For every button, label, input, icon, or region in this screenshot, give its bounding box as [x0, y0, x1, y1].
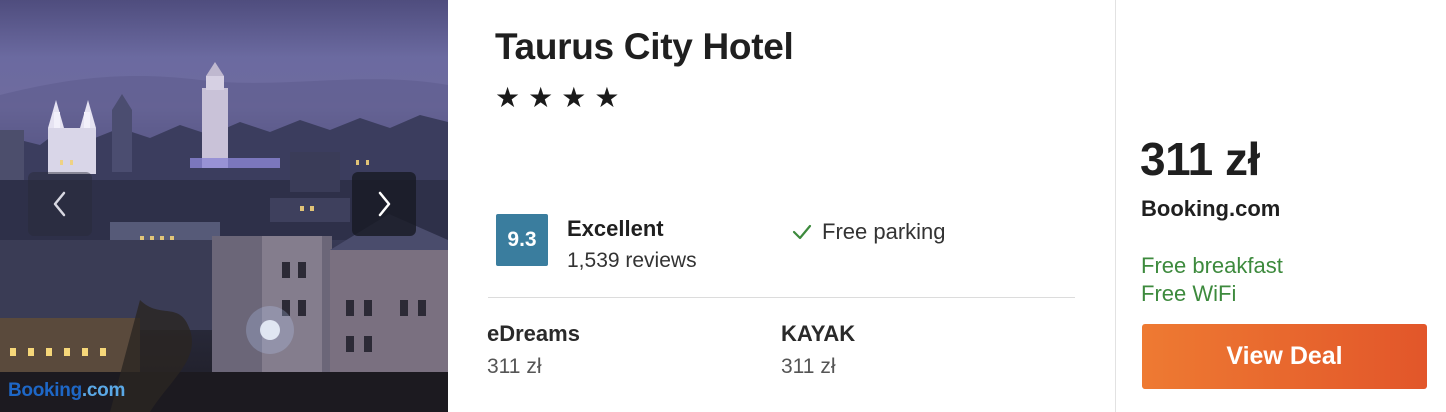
- rating-label[interactable]: Excellent: [567, 216, 664, 242]
- star-icon: ★: [594, 82, 620, 113]
- photo-prev-button[interactable]: [28, 172, 92, 236]
- star-icon: ★: [561, 82, 587, 113]
- chevron-right-icon: [378, 191, 391, 217]
- amenity-item: Free parking: [792, 219, 946, 245]
- star-rating: ★ ★ ★ ★: [495, 82, 619, 114]
- deal-price: 311 zł: [1140, 133, 1260, 185]
- provider-price: 311 zł: [781, 355, 836, 378]
- star-icon: ★: [528, 82, 554, 113]
- review-count[interactable]: 1,539 reviews: [567, 249, 697, 273]
- provider-name: eDreams: [487, 321, 580, 346]
- best-deal-panel: 311 zł Booking.com Free breakfast Free W…: [1116, 0, 1446, 412]
- chevron-left-icon: [53, 191, 66, 217]
- hotel-photo[interactable]: Booking.com: [0, 0, 448, 412]
- hotel-result-card: Booking.com Taurus City Hotel ★ ★ ★ ★ 9.…: [0, 0, 1446, 412]
- hotel-name[interactable]: Taurus City Hotel: [495, 26, 794, 68]
- deal-source: Booking.com: [1141, 196, 1281, 221]
- provider-offer[interactable]: KAYAK 311 zł: [781, 321, 855, 379]
- star-icon: ★: [495, 82, 521, 113]
- checkmark-icon: [792, 224, 812, 240]
- divider: [488, 297, 1075, 298]
- provider-offer[interactable]: eDreams 311 zł: [487, 321, 580, 379]
- photo-next-button[interactable]: [352, 172, 416, 236]
- deal-perks: Free breakfast Free WiFi: [1141, 252, 1283, 308]
- provider-price: 311 zł: [487, 355, 542, 378]
- deal-perk: Free WiFi: [1141, 281, 1237, 306]
- view-deal-button[interactable]: View Deal: [1142, 324, 1427, 389]
- photo-watermark: Booking.com: [8, 380, 126, 401]
- deal-perk: Free breakfast: [1141, 253, 1283, 278]
- amenity-label: Free parking: [822, 219, 946, 244]
- provider-name: KAYAK: [781, 321, 856, 346]
- hotel-info: Taurus City Hotel ★ ★ ★ ★ 9.3 Excellent …: [448, 0, 1116, 412]
- rating-score-badge[interactable]: 9.3: [496, 214, 548, 266]
